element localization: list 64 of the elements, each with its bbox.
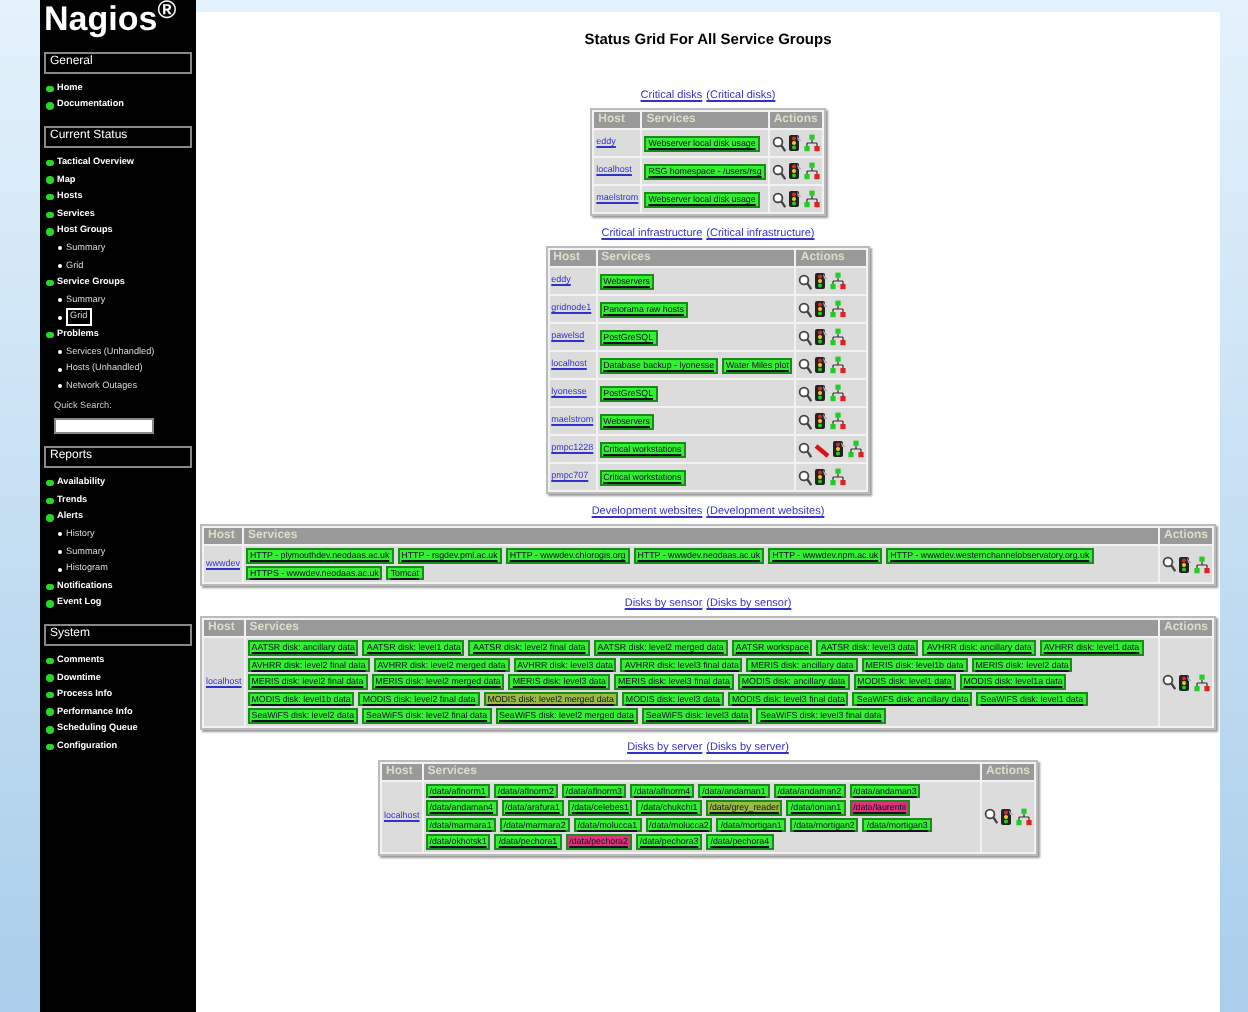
traffic-light-icon[interactable]: [787, 162, 802, 181]
network-tree-icon[interactable]: [830, 300, 847, 319]
bullet-icon: [46, 691, 53, 699]
search-icon[interactable]: [771, 135, 786, 152]
bullet-icon: [46, 159, 53, 167]
network-tree-icon[interactable]: [830, 468, 847, 487]
quick-search-field[interactable]: [54, 418, 154, 435]
bullet-icon: [46, 514, 53, 522]
network-tree-icon[interactable]: [830, 356, 847, 375]
search-icon[interactable]: [983, 808, 998, 825]
bullet-icon: [46, 674, 53, 682]
search-icon[interactable]: [798, 301, 813, 318]
network-tree-icon[interactable]: [803, 190, 820, 209]
bullet-icon: [46, 331, 53, 339]
network-tree-icon[interactable]: [1193, 673, 1210, 691]
network-tree-icon[interactable]: [830, 384, 847, 403]
network-tree-icon[interactable]: [1193, 555, 1210, 574]
bullet-icon: [46, 726, 53, 734]
traffic-light-icon[interactable]: [814, 356, 829, 375]
traffic-light-icon[interactable]: [814, 272, 829, 291]
search-icon[interactable]: [1161, 674, 1176, 690]
logo[interactable]: Nagios$^{®}$: [44, 0, 181, 40]
search-icon[interactable]: [798, 329, 813, 346]
bullet-icon: [46, 600, 53, 608]
search-icon[interactable]: [798, 357, 813, 374]
search-icon[interactable]: [798, 441, 813, 458]
search-icon[interactable]: [1161, 556, 1176, 573]
traffic-light-icon[interactable]: [814, 300, 829, 319]
network-tree-icon[interactable]: [803, 134, 820, 153]
bullet-icon: [46, 708, 53, 716]
bullet-icon: [46, 583, 53, 590]
search-icon[interactable]: [771, 163, 786, 180]
bullet-icon: [46, 85, 53, 93]
bullet-icon: [46, 479, 53, 487]
search-icon[interactable]: [798, 469, 813, 486]
search-icon[interactable]: [771, 191, 786, 208]
network-tree-icon[interactable]: [830, 272, 847, 291]
network-tree-icon[interactable]: [830, 412, 847, 431]
traffic-light-icon[interactable]: [999, 807, 1014, 826]
search-icon[interactable]: [798, 413, 813, 430]
traffic-light-icon[interactable]: [1177, 673, 1192, 691]
bullet-icon: [46, 657, 53, 665]
bullet-icon: [46, 279, 53, 287]
traffic-light-icon[interactable]: [814, 468, 829, 487]
traffic-light-icon[interactable]: [814, 412, 829, 431]
bullet-icon: [46, 743, 53, 751]
network-tree-icon[interactable]: [1015, 807, 1032, 826]
bullet-icon: [46, 497, 53, 505]
bullet-icon: [46, 193, 53, 201]
traffic-light-icon[interactable]: [787, 190, 802, 209]
search-icon[interactable]: [798, 385, 813, 402]
network-tree-icon[interactable]: [803, 162, 820, 181]
bullet-icon: [46, 228, 53, 236]
traffic-light-icon[interactable]: [814, 328, 829, 347]
bullet-icon: [46, 176, 53, 184]
traffic-light-icon[interactable]: [814, 384, 829, 403]
bullet-icon: [46, 102, 53, 110]
bullet-icon: [46, 211, 53, 219]
traffic-light-icon[interactable]: [1177, 555, 1192, 574]
traffic-light-icon[interactable]: [787, 134, 802, 153]
traffic-light-icon[interactable]: [832, 440, 847, 459]
network-tree-icon[interactable]: [848, 440, 865, 459]
network-tree-icon[interactable]: [830, 328, 847, 347]
search-icon[interactable]: [798, 273, 813, 290]
